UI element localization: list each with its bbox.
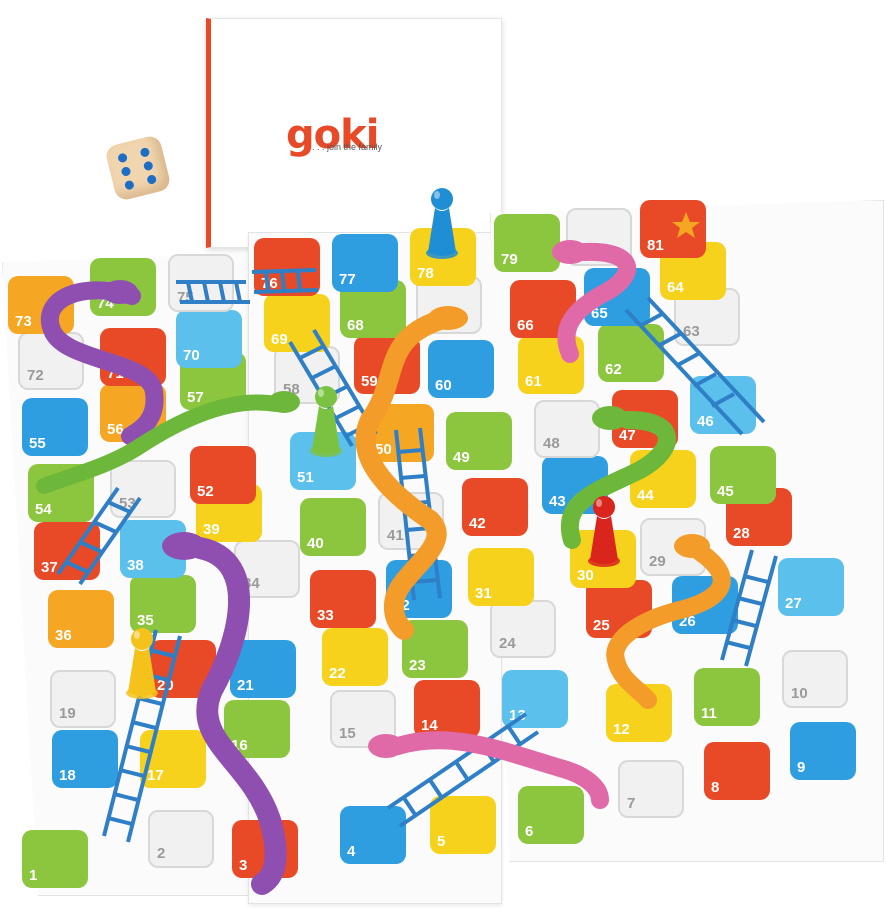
- yellow-pawn-icon[interactable]: [122, 626, 162, 700]
- star-icon: [672, 212, 700, 238]
- orange-snake-icon[interactable]: [355, 306, 468, 640]
- game-scene: goki . . . join the family 1 2 3 4 5 6 7 8 9 10 11…: [0, 0, 886, 909]
- purple-snake-icon[interactable]: [162, 532, 287, 895]
- ladder-icon[interactable]: [386, 712, 540, 828]
- pink-snake-icon[interactable]: [552, 240, 636, 363]
- snakes-and-ladders-layer: [36, 212, 778, 895]
- ladder-icon[interactable]: [720, 549, 778, 667]
- orange-snake-icon[interactable]: [606, 534, 731, 709]
- ladder-icon[interactable]: [56, 486, 142, 586]
- green-snake-icon[interactable]: [36, 391, 300, 494]
- ladder-icon[interactable]: [251, 268, 319, 294]
- purple-snake-icon[interactable]: [41, 280, 164, 445]
- red-pawn-icon[interactable]: [584, 494, 624, 568]
- ladder-icon[interactable]: [176, 280, 250, 304]
- green-pawn-icon[interactable]: [306, 384, 346, 458]
- blue-pawn-icon[interactable]: [422, 186, 462, 260]
